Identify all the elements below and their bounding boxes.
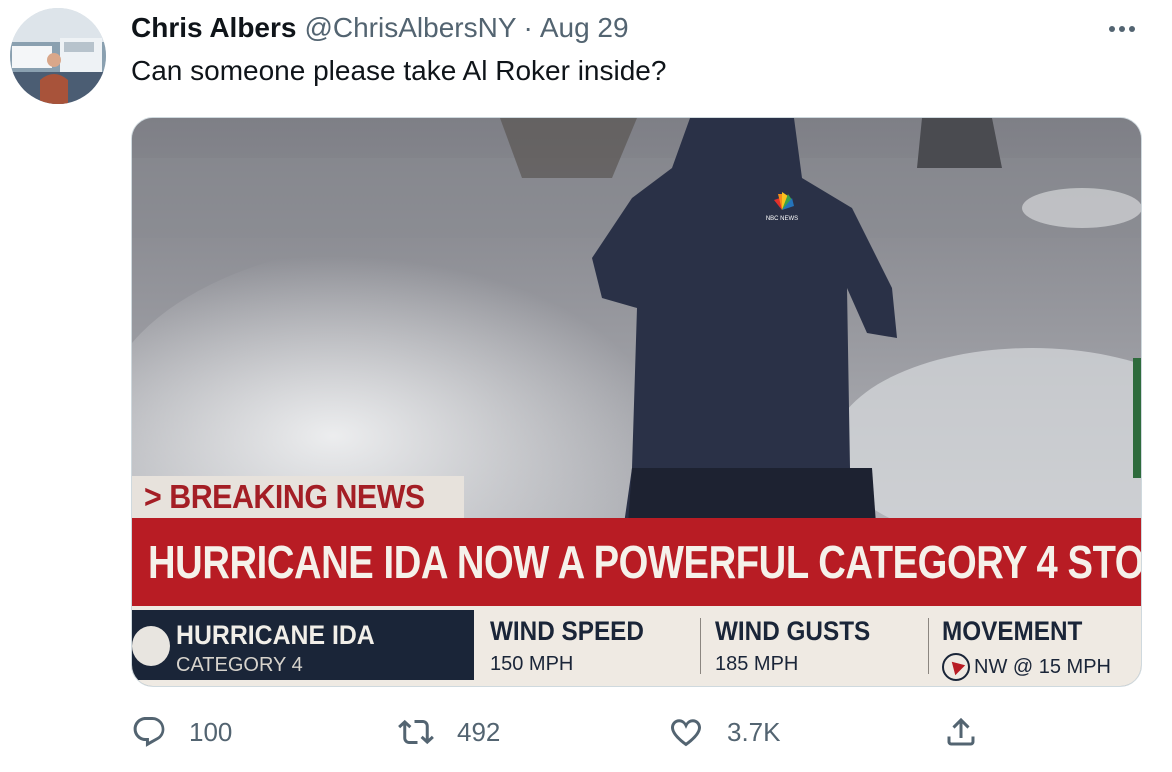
stat-label: MOVEMENT bbox=[942, 616, 1083, 646]
stat-wind-gusts: WIND GUSTS 185 MPH bbox=[715, 616, 888, 676]
stat-value: NW @ 15 MPH bbox=[942, 653, 1111, 681]
tweet-card[interactable]: Chris Albers @ChrisAlbersNY · Aug 29 Can… bbox=[0, 0, 1172, 772]
stat-value-text: 150 MPH bbox=[490, 653, 574, 675]
headline-text: HURRICANE IDA NOW A POWERFUL CATEGORY 4 … bbox=[148, 536, 1142, 588]
breaking-news-label: > BREAKING NEWS bbox=[144, 478, 425, 515]
heart-icon bbox=[671, 719, 701, 747]
breaking-news-tag: > BREAKING NEWS bbox=[132, 476, 464, 518]
retweet-icon bbox=[398, 719, 434, 745]
reply-button[interactable]: 100 bbox=[131, 708, 232, 756]
storm-name-box: HURRICANE IDA CATEGORY 4 bbox=[132, 610, 474, 680]
stat-value: 185 MPH bbox=[715, 653, 888, 676]
stat-wind-speed: WIND SPEED 150 MPH bbox=[490, 616, 661, 676]
storm-info-strip: HURRICANE IDA CATEGORY 4 WIND SPEED 150 … bbox=[132, 606, 1141, 686]
tweet-header: Chris Albers @ChrisAlbersNY · Aug 29 bbox=[131, 10, 629, 46]
stat-value-text: 185 MPH bbox=[715, 653, 799, 675]
tweet-text: Can someone please take Al Roker inside? bbox=[131, 55, 667, 86]
retweet-button[interactable]: 492 bbox=[397, 708, 500, 756]
stat-divider bbox=[928, 618, 929, 674]
stat-value-text: NW @ 15 MPH bbox=[974, 655, 1111, 678]
like-count: 3.7K bbox=[727, 716, 781, 747]
more-dot bbox=[1109, 26, 1115, 32]
more-options-icon[interactable] bbox=[1102, 16, 1142, 42]
avatar-image bbox=[10, 8, 106, 104]
like-button[interactable]: 3.7K bbox=[667, 708, 781, 756]
more-dot bbox=[1119, 26, 1125, 32]
separator-dot: · bbox=[523, 12, 533, 43]
svg-text:NBC NEWS: NBC NEWS bbox=[766, 216, 798, 222]
storm-category: CATEGORY 4 bbox=[176, 654, 303, 676]
display-name[interactable]: Chris Albers bbox=[131, 12, 296, 44]
stat-value: 150 MPH bbox=[490, 653, 661, 676]
tweet-media-image[interactable]: NBC NEWS > BREAKING NEWS HURRICANE IDA N… bbox=[131, 117, 1142, 687]
retweet-count: 492 bbox=[457, 716, 501, 747]
hurricane-icon bbox=[132, 626, 170, 666]
avatar[interactable] bbox=[10, 8, 106, 104]
stat-label: WIND SPEED bbox=[490, 616, 644, 646]
stat-movement: MOVEMENT NW @ 15 MPH bbox=[942, 616, 1111, 681]
compass-icon bbox=[942, 653, 970, 681]
reply-count: 100 bbox=[189, 716, 233, 747]
tweet-date[interactable]: Aug 29 bbox=[540, 12, 629, 44]
storm-name: HURRICANE IDA bbox=[176, 620, 375, 650]
more-dot bbox=[1129, 26, 1135, 32]
reply-icon bbox=[133, 717, 165, 747]
user-handle[interactable]: @ChrisAlbersNY bbox=[304, 12, 516, 44]
tweet-action-bar: 100 492 3.7K bbox=[131, 708, 1031, 756]
share-button[interactable] bbox=[943, 708, 979, 756]
headline-banner: HURRICANE IDA NOW A POWERFUL CATEGORY 4 … bbox=[132, 518, 1142, 606]
stat-label: WIND GUSTS bbox=[715, 616, 871, 646]
stat-divider bbox=[700, 618, 701, 674]
share-icon bbox=[947, 717, 975, 746]
